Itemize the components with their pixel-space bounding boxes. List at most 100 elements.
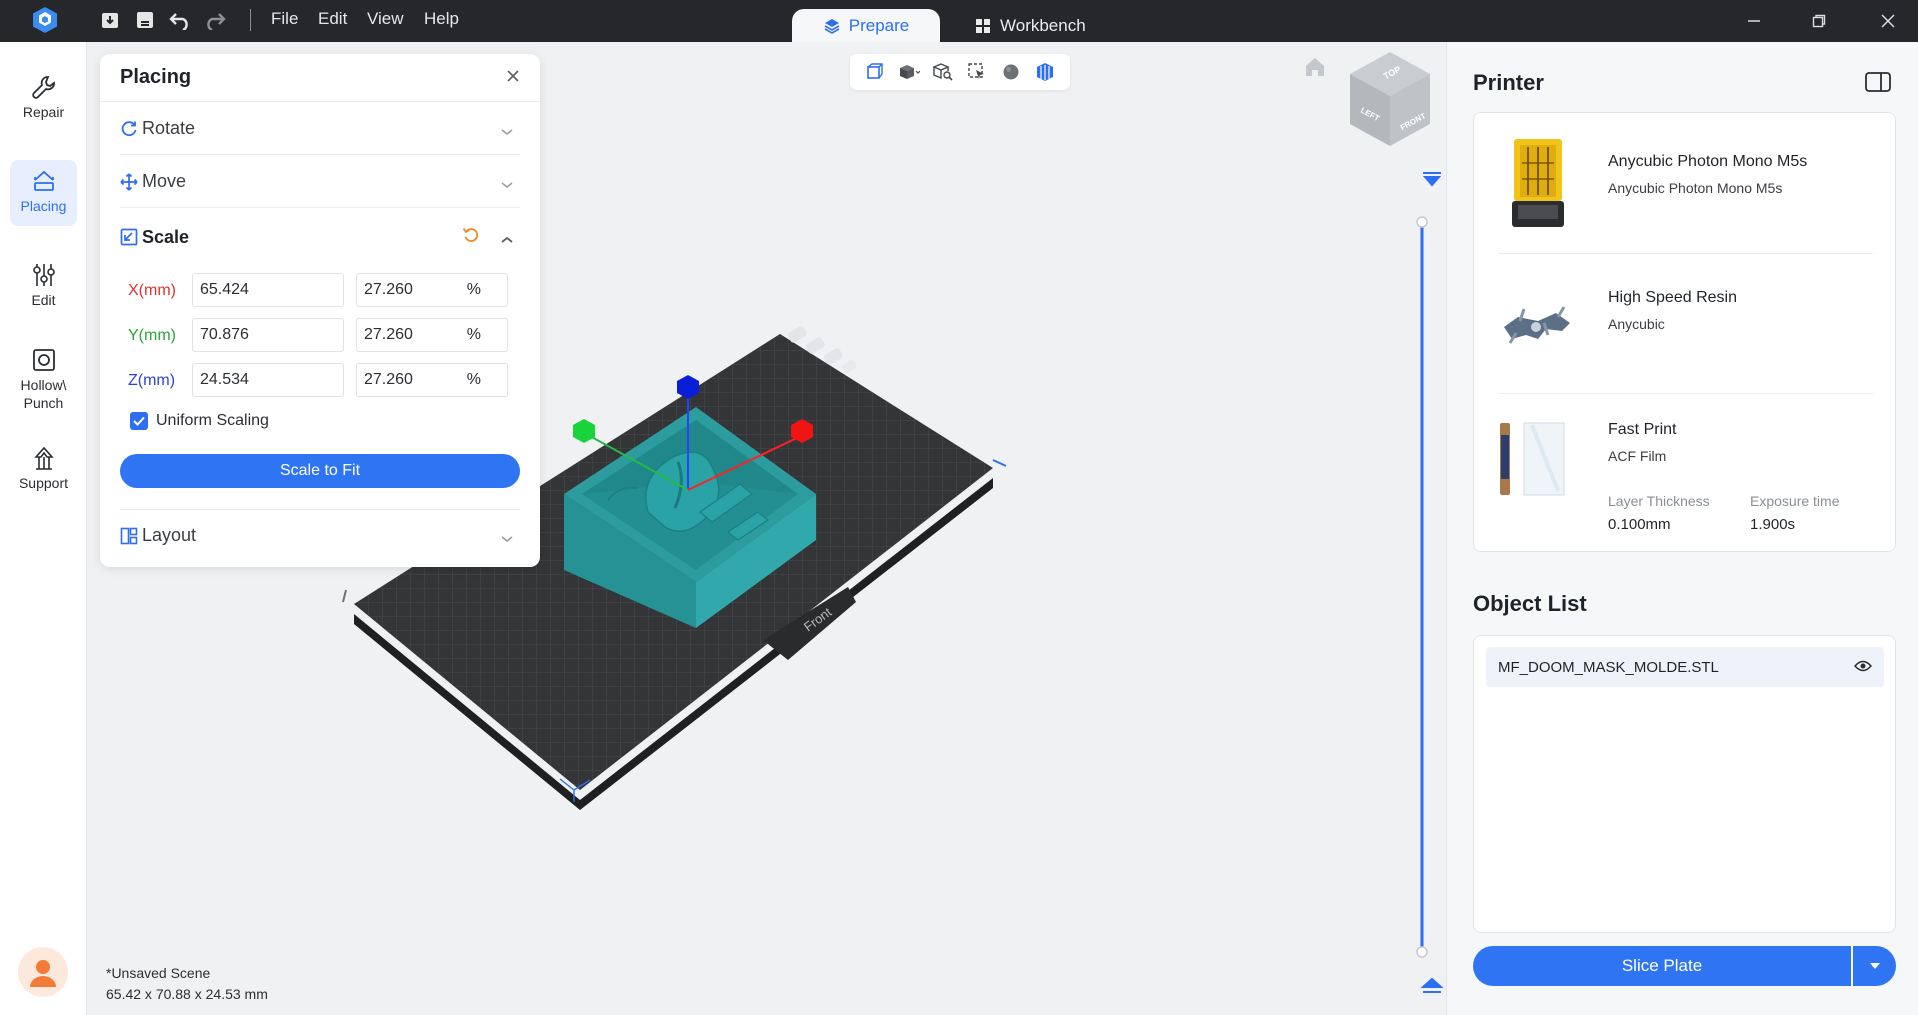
printer-card: Anycubic Photon Mono M5s Anycubic Photon… [1473, 112, 1896, 552]
list-item[interactable]: MF_DOOM_MASK_MOLDE.STL [1486, 647, 1884, 687]
chevron-down-icon [1869, 963, 1880, 969]
tab-prepare[interactable]: Prepare [792, 9, 940, 42]
placing-panel: Placing Rotate Move Scale X(mm) 65.424 2… [100, 54, 540, 567]
tab-workbench[interactable]: Workbench [975, 9, 1086, 42]
slice-view-icon[interactable] [1032, 59, 1058, 85]
slider-top-handle [1416, 216, 1428, 228]
rail-item-edit[interactable]: Edit [10, 262, 77, 326]
printer-machine-image [1512, 139, 1564, 227]
y-label: Y(mm) [128, 327, 176, 344]
sphere-view-icon[interactable] [998, 59, 1024, 85]
object-list-title: Object List [1473, 591, 1587, 616]
select-icon[interactable] [964, 59, 990, 85]
chevron-down-icon[interactable] [500, 528, 514, 549]
divider [1498, 393, 1873, 394]
rail-item-label: Repair [22, 104, 65, 120]
home-icon[interactable] [1306, 58, 1324, 76]
rail-item-label: Hollow\ Punch [20, 377, 67, 411]
redo-icon[interactable] [203, 8, 227, 32]
printer-machine-name: Anycubic Photon Mono M5s [1608, 153, 1808, 170]
chevron-up-icon[interactable] [500, 229, 514, 250]
z-percent-input[interactable]: 27.260 % [356, 363, 508, 397]
uniform-scaling-checkbox[interactable] [130, 412, 148, 430]
print-profile-item[interactable]: Fast Print ACF Film Layer Thickness 0.10… [1498, 409, 1873, 539]
object-name: MF_DOOM_MASK_MOLDE.STL [1498, 658, 1719, 676]
menu-view[interactable]: View [367, 9, 404, 29]
x-percent-input[interactable]: 27.260 % [356, 273, 508, 307]
rail-item-label: Support [18, 475, 69, 491]
move-section[interactable]: Move [120, 156, 520, 208]
y-axis-handle[interactable] [573, 419, 595, 443]
reset-scale-icon[interactable] [462, 226, 480, 249]
scale-to-fit-button[interactable]: Scale to Fit [120, 454, 520, 488]
solid-view-icon[interactable] [896, 59, 922, 85]
percent-symbol: % [466, 371, 481, 388]
view-cube[interactable]: TOP LEFT FRONT [1350, 52, 1430, 146]
layer-thickness-label: Layer Thickness [1608, 493, 1710, 509]
chevron-down-icon[interactable] [500, 174, 514, 195]
eye-icon[interactable] [1854, 659, 1872, 676]
layout-icon [120, 527, 142, 545]
profile-name: Fast Print [1608, 421, 1677, 438]
placing-title: Placing [120, 66, 192, 88]
restore-icon[interactable] [1799, 8, 1839, 34]
scale-label: Scale [142, 226, 190, 247]
rotate-section[interactable]: Rotate [120, 103, 520, 155]
rail-item-hollow-punch[interactable]: Hollow\ Punch [10, 347, 77, 431]
z-label: Z(mm) [128, 372, 176, 389]
uniform-scaling-row[interactable]: Uniform Scaling [130, 412, 269, 430]
x-percent-value: 27.260 [364, 281, 413, 298]
printer-title: Printer [1473, 70, 1544, 95]
menu-file[interactable]: File [271, 9, 298, 29]
app-logo-icon [30, 5, 60, 35]
scale-section[interactable]: Scale [120, 211, 520, 263]
avatar[interactable] [18, 947, 68, 997]
rail-item-label: Edit [31, 292, 56, 308]
z-mm-input[interactable]: 24.534 [192, 363, 344, 397]
save-icon[interactable] [133, 8, 157, 32]
y-mm-input[interactable]: 70.876 [192, 318, 344, 352]
panel-toggle-icon[interactable] [1865, 72, 1891, 96]
x-label: X(mm) [128, 282, 176, 299]
import-icon[interactable] [98, 8, 122, 32]
printer-machine[interactable]: Anycubic Photon Mono M5s Anycubic Photon… [1498, 133, 1873, 243]
tool-rail: Repair Placing Edit Hollow\ Punch Suppor… [0, 42, 87, 1015]
layout-section[interactable]: Layout [120, 509, 520, 561]
undo-icon[interactable] [168, 8, 192, 32]
hollow-icon [32, 349, 55, 371]
x-mm-input[interactable]: 65.424 [192, 273, 344, 307]
rail-item-repair[interactable]: Repair [10, 74, 77, 138]
rail-item-support[interactable]: Support [10, 445, 77, 509]
y-percent-input[interactable]: 27.260 % [356, 318, 508, 352]
layer-thickness-value: 0.100mm [1608, 516, 1671, 533]
rail-item-placing[interactable]: Placing [10, 160, 77, 226]
slice-options-dropdown[interactable] [1853, 946, 1896, 986]
z-percent-value: 27.260 [364, 371, 413, 388]
layer-slider[interactable] [1416, 172, 1444, 993]
minimize-icon[interactable] [1734, 8, 1774, 34]
resin-item[interactable]: High Speed Resin Anycubic [1498, 269, 1873, 379]
menu-help[interactable]: Help [424, 9, 459, 29]
slice-plate-button[interactable]: Slice Plate [1473, 946, 1851, 986]
search-view-icon[interactable] [930, 59, 956, 85]
chevron-down-icon[interactable] [500, 121, 514, 142]
right-panel: Printer Anycubic Photon Mono M5s Anycubi… [1446, 42, 1918, 1015]
slider-top-icon [1422, 172, 1442, 187]
scene-info: *Unsaved Scene 65.42 x 70.88 x 24.53 mm [106, 963, 268, 1005]
tab-prepare-label: Prepare [848, 15, 910, 35]
perspective-view-icon[interactable] [862, 59, 888, 85]
plate-corner-icon [842, 360, 857, 373]
scale-icon [120, 228, 142, 246]
exposure-time-label: Exposure time [1750, 493, 1840, 509]
profile-film: ACF Film [1608, 448, 1667, 464]
user-icon [30, 960, 56, 987]
close-icon[interactable] [506, 69, 520, 87]
close-window-icon[interactable] [1868, 8, 1908, 34]
placing-header: Placing [100, 54, 540, 102]
wrench-icon [31, 76, 55, 99]
rotate-label: Rotate [142, 118, 196, 138]
slider-bottom-handle [1416, 946, 1428, 958]
menu-edit[interactable]: Edit [318, 9, 347, 29]
move-icon [120, 172, 142, 191]
exposure-time-value: 1.900s [1750, 516, 1796, 533]
